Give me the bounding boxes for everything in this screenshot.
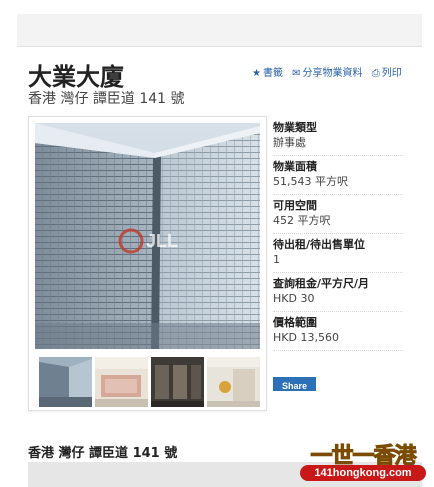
property-title: 大業大廈 xyxy=(28,63,124,91)
mail-icon: ✉ xyxy=(292,68,301,79)
share-info-label: 分享物業資料 xyxy=(302,68,363,79)
bookmark-link[interactable]: ★ 書籤 xyxy=(252,64,283,79)
print-icon: ⎙ xyxy=(371,68,380,79)
main-photo[interactable]: JLL xyxy=(35,123,260,349)
fact-value: 1 xyxy=(273,253,280,266)
fact-value: HKD 13,560 xyxy=(273,331,339,344)
share-info-link[interactable]: ✉ 分享物業資料 xyxy=(292,64,362,79)
fact-property-size: 物業面積 51,543 平方呎 xyxy=(273,156,403,195)
share-button[interactable]: Share xyxy=(273,377,316,391)
thumbnail-2[interactable] xyxy=(95,357,148,407)
fact-value: HKD 30 xyxy=(273,292,315,305)
thumbnail-3[interactable] xyxy=(151,357,204,407)
photo-gallery: JLL xyxy=(28,116,267,411)
property-address: 香港 灣仔 譚臣道 141 號 xyxy=(28,91,185,107)
fact-label: 物業面積 xyxy=(273,160,317,173)
site-watermark-logo: 一世一香港 141hongkong.com xyxy=(296,438,430,484)
fact-label: 可用空間 xyxy=(273,199,317,212)
fact-property-type: 物業類型 辦事處 xyxy=(273,117,403,156)
fact-label: 待出租/待出售單位 xyxy=(273,238,366,251)
bookmark-label: 書籤 xyxy=(262,68,283,79)
print-link[interactable]: ⎙ 列印 xyxy=(372,64,402,79)
fact-available-space: 可用空間 452 平方呎 xyxy=(273,195,403,234)
fact-label: 價格範圍 xyxy=(273,316,317,329)
thumbnail-4[interactable] xyxy=(207,357,260,407)
location-heading: 香港 灣仔 譚臣道 141 號 xyxy=(28,446,178,461)
print-label: 列印 xyxy=(381,68,402,79)
jll-watermark: JLL xyxy=(146,231,178,251)
fact-value: 452 平方呎 xyxy=(273,214,331,227)
star-icon: ★ xyxy=(252,68,261,79)
watermark-url: 141hongkong.com xyxy=(300,465,426,481)
fact-label: 查詢租金/平方尺/月 xyxy=(273,277,370,290)
thumbnail-strip xyxy=(39,357,260,407)
fact-label: 物業類型 xyxy=(273,121,317,134)
fact-price-range: 價格範圍 HKD 13,560 xyxy=(273,312,403,351)
fact-value: 辦事處 xyxy=(273,136,306,149)
fact-value: 51,543 平方呎 xyxy=(273,175,348,188)
property-facts: 物業類型 辦事處 物業面積 51,543 平方呎 可用空間 452 平方呎 待出… xyxy=(273,117,403,351)
fact-rent: 查詢租金/平方尺/月 HKD 30 xyxy=(273,273,403,312)
fact-units-available: 待出租/待出售單位 1 xyxy=(273,234,403,273)
thumbnail-1[interactable] xyxy=(39,357,92,407)
property-actions: ★ 書籤 ✉ 分享物業資料 ⎙ 列印 xyxy=(252,64,408,79)
top-bar xyxy=(17,14,422,47)
building-image: JLL xyxy=(35,123,260,349)
